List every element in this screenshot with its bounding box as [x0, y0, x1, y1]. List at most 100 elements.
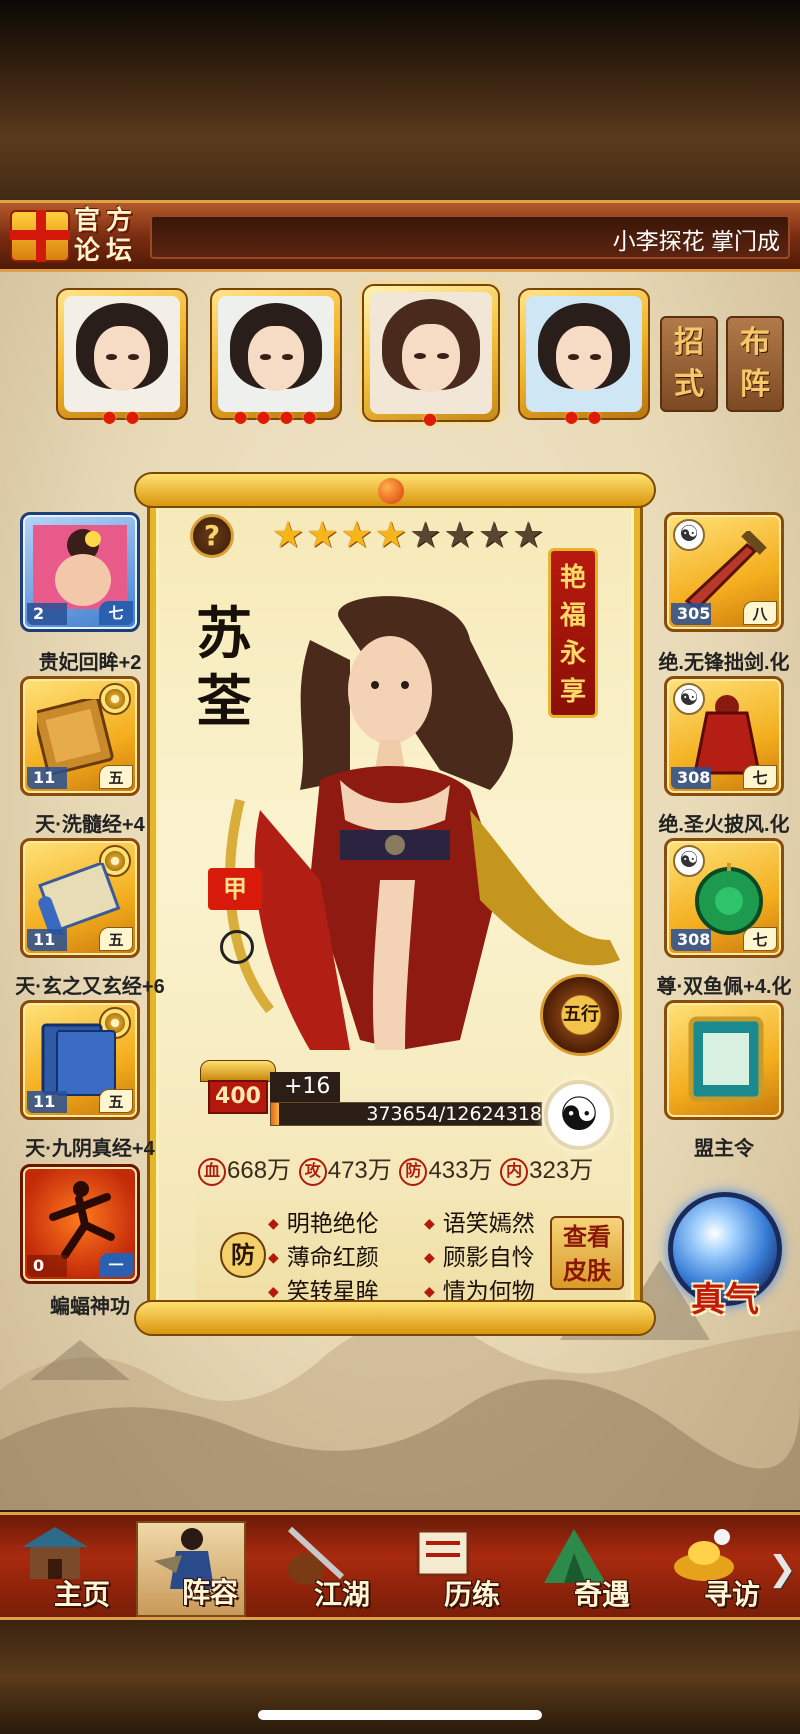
stat-defense-value: 433万 [428, 1157, 493, 1184]
nav-adventure-label: 奇遇 [573, 1578, 630, 1611]
star-icon: ★ [374, 515, 410, 556]
gift-box-icon [10, 210, 70, 262]
nav-training-label: 历练 [443, 1578, 500, 1611]
forum-label: 官方论坛 [74, 206, 139, 266]
question-icon: ? [203, 519, 221, 552]
slot-level: 305 [671, 603, 711, 625]
defense-type-icon: 防 [220, 1232, 266, 1278]
left-slot-5[interactable]: 0 一 [20, 1164, 140, 1284]
trait-left-2: 薄命红颜 [268, 1238, 379, 1272]
help-button[interactable]: ? [190, 514, 234, 558]
level-badge: 400 [200, 1060, 276, 1128]
nav-visit-label: 寻访 [703, 1578, 760, 1611]
slot-level: 0 [27, 1255, 67, 1277]
left-slot-3[interactable]: 11 五 [20, 838, 140, 958]
hero-stats: 血 668万 攻 473万 防 433万 内 323万 [198, 1150, 628, 1190]
nav-training[interactable]: 历练 [396, 1521, 506, 1617]
hero-portrait-2[interactable]: ● ● ● ● [210, 288, 342, 426]
slot-rank: 七 [99, 601, 133, 625]
card-top-ornament [134, 472, 656, 508]
moves-button[interactable]: 招式 [660, 316, 718, 412]
nav-jianghu-label: 江湖 [313, 1578, 370, 1611]
crown-icon [200, 1060, 276, 1082]
hero-portrait-4[interactable]: ● ● [518, 288, 650, 426]
slot-level: 308 [671, 767, 711, 789]
book-icon [37, 699, 114, 775]
star-icon: ★ [511, 515, 547, 556]
slot-rank: 七 [743, 765, 777, 789]
nav-home[interactable]: 主页 [6, 1521, 116, 1617]
right-slot-2-name: 绝.圣火披风.化 [658, 814, 790, 836]
martial-pose-icon [49, 1181, 115, 1259]
stat-inner: 内 323万 [500, 1150, 593, 1186]
hero-portrait-4-icon [526, 296, 642, 412]
stat-inner-value: 323万 [529, 1157, 594, 1184]
hero-name: 苏荃 [196, 601, 252, 735]
nav-lineup[interactable]: 阵容 [136, 1521, 246, 1617]
inner-icon: 内 [500, 1158, 529, 1186]
stat-attack-value: 473万 [327, 1157, 392, 1184]
trait-left-1: 明艳绝伦 [268, 1204, 379, 1238]
cape-icon [693, 695, 761, 775]
right-slot-1-name: 绝.无锋拙剑.化 [658, 652, 790, 674]
nav-visit[interactable]: 寻访 [656, 1521, 766, 1617]
sword-icon [684, 531, 767, 611]
star-rating: ★★★★★★★★ [272, 516, 546, 556]
left-slot-1[interactable]: 2 七 [20, 512, 140, 632]
slot-level: 11 [27, 929, 67, 951]
stat-attack: 攻 473万 [298, 1150, 392, 1186]
trait-right-1: 语笑嫣然 [424, 1204, 535, 1238]
slot-level: 2 [27, 603, 67, 625]
left-slot-4[interactable]: 11 五 [20, 1000, 140, 1120]
left-slot-2-name: 天·洗髓经+4 [35, 814, 145, 836]
defense-icon: 防 [399, 1158, 428, 1186]
hero-portrait-1[interactable]: ● ● [56, 288, 188, 426]
jade-pendant-icon [695, 863, 763, 935]
scroll-icon [38, 863, 121, 935]
slot-level: 11 [27, 767, 67, 789]
five-elements-button[interactable]: 五行 [540, 974, 622, 1056]
right-slot-2[interactable]: ☯ 308 七 [664, 676, 784, 796]
right-slot-1[interactable]: ☯ 305 八 [664, 512, 784, 632]
armor-tag: 甲 [208, 868, 262, 910]
view-skin-button[interactable]: 查看皮肤 [550, 1216, 624, 1290]
zhenqi-label: 真气 [691, 1280, 759, 1320]
hero-portrait-3-selected[interactable]: ● [362, 284, 500, 428]
star-icon: ★ [443, 515, 478, 556]
taiji-button[interactable]: ☯ [544, 1080, 614, 1150]
nav-jianghu[interactable]: 江湖 [266, 1521, 376, 1617]
exp-text: 373654/12624318 [366, 1103, 542, 1125]
orb-ornament [378, 478, 404, 504]
left-slot-3-name: 天·玄之又玄经+6 [15, 976, 165, 998]
star-icon: ★ [272, 515, 307, 556]
formation-button[interactable]: 布阵 [726, 316, 784, 412]
left-slot-5-name: 蝙蝠神功 [50, 1296, 130, 1318]
hero-portrait-1-icon [64, 296, 180, 412]
alliance-token-icon [688, 1016, 764, 1102]
nav-home-label: 主页 [53, 1578, 110, 1611]
nav-next-arrow-icon[interactable]: ❯ [768, 1549, 797, 1589]
taiji-icon: ☯ [558, 1087, 600, 1141]
star-icon: ★ [306, 515, 341, 556]
slot-rank: 五 [99, 927, 133, 951]
stat-defense: 防 433万 [399, 1150, 492, 1186]
attack-icon: 攻 [298, 1158, 327, 1186]
ring-icon [220, 930, 254, 964]
rank-gems: ● ● ● ● [233, 407, 319, 426]
home-indicator[interactable] [258, 1710, 542, 1720]
official-forum-button[interactable]: 官方论坛 [6, 200, 156, 272]
right-slot-3-name: 尊·双鱼佩+4.化 [656, 976, 792, 998]
hero-level: 400 [208, 1080, 268, 1114]
right-slot-4[interactable] [664, 1000, 784, 1120]
slot-level: 308 [671, 929, 711, 951]
right-slot-3[interactable]: ☯ 308 七 [664, 838, 784, 958]
left-slot-2[interactable]: 11 五 [20, 676, 140, 796]
game-screen: 官方论坛 小李探花 掌门成 ● ● ● ● ● ● ● ● ● 招式 布阵 ? … [0, 0, 800, 1734]
blue-book-icon [41, 1023, 116, 1096]
slot-rank: 五 [99, 1089, 133, 1113]
star-icon: ★ [477, 515, 512, 556]
left-slot-4-name: 天·九阴真经+4 [25, 1138, 155, 1160]
trait-right-2: 顾影自怜 [424, 1238, 535, 1272]
nav-adventure[interactable]: 奇遇 [526, 1521, 636, 1617]
card-bottom-ornament [134, 1300, 656, 1336]
